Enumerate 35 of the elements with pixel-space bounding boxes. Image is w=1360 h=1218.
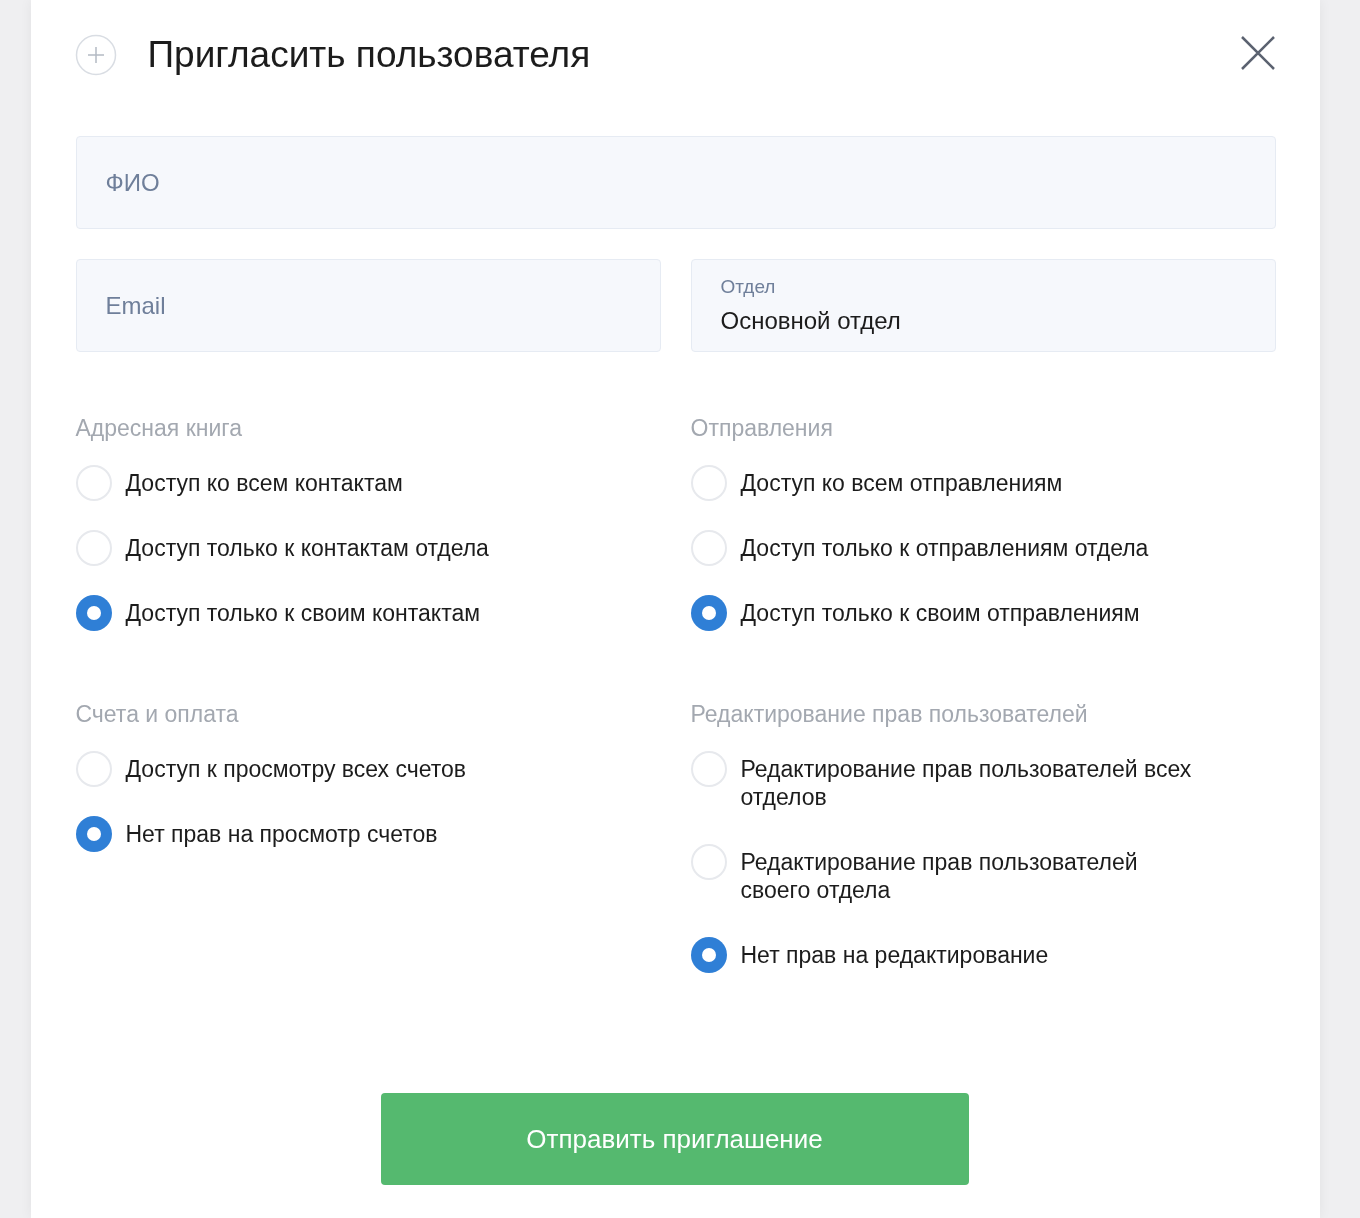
section-heading: Редактирование прав пользователей <box>690 700 1089 728</box>
section-heading: Отправления <box>690 414 834 442</box>
radio-button[interactable] <box>75 595 112 631</box>
section-heading: Адресная книга <box>75 414 243 442</box>
radio-button[interactable] <box>690 937 727 973</box>
radio-button[interactable] <box>75 816 112 852</box>
option-label: Редактирование прав пользователей всех отделов <box>740 755 1193 812</box>
option-label: Редактирование прав пользователей своего отдела <box>740 848 1139 905</box>
option-label: Доступ к просмотру всех счетов <box>125 755 466 784</box>
department-select[interactable]: Отдел Основной отдел <box>690 259 1276 352</box>
option-label: Нет прав на просмотр счетов <box>125 820 438 849</box>
radio-button[interactable] <box>690 465 727 501</box>
option-label: Доступ ко всем отправлениям <box>740 469 1063 498</box>
option-label: Доступ только к отправлениям отдела <box>740 534 1149 563</box>
option-label: Доступ только к своим отправлениям <box>740 599 1140 628</box>
radio-button[interactable] <box>690 751 727 787</box>
section-heading: Счета и оплата <box>75 700 240 728</box>
plus-icon <box>74 34 117 76</box>
field-value: Основной отдел <box>720 305 902 336</box>
radio-button[interactable] <box>75 751 112 787</box>
radio-button[interactable] <box>75 465 112 501</box>
dialog-title: Пригласить пользователя <box>147 33 591 77</box>
option-label: Доступ только к контактам отдела <box>125 534 489 563</box>
option-label: Доступ только к своим контактам <box>125 599 481 628</box>
radio-button[interactable] <box>75 530 112 566</box>
field-label: Отдел <box>720 274 777 299</box>
radio-button[interactable] <box>690 844 727 880</box>
radio-button[interactable] <box>690 595 727 631</box>
text-field[interactable]: ФИО <box>75 136 1276 229</box>
text-field[interactable]: Email <box>75 259 661 352</box>
radio-button[interactable] <box>690 530 727 566</box>
close-icon <box>1240 36 1275 70</box>
close-button[interactable] <box>1239 35 1276 71</box>
option-label: Нет прав на редактирование <box>740 941 1049 970</box>
option-label: Доступ ко всем контактам <box>125 469 403 498</box>
